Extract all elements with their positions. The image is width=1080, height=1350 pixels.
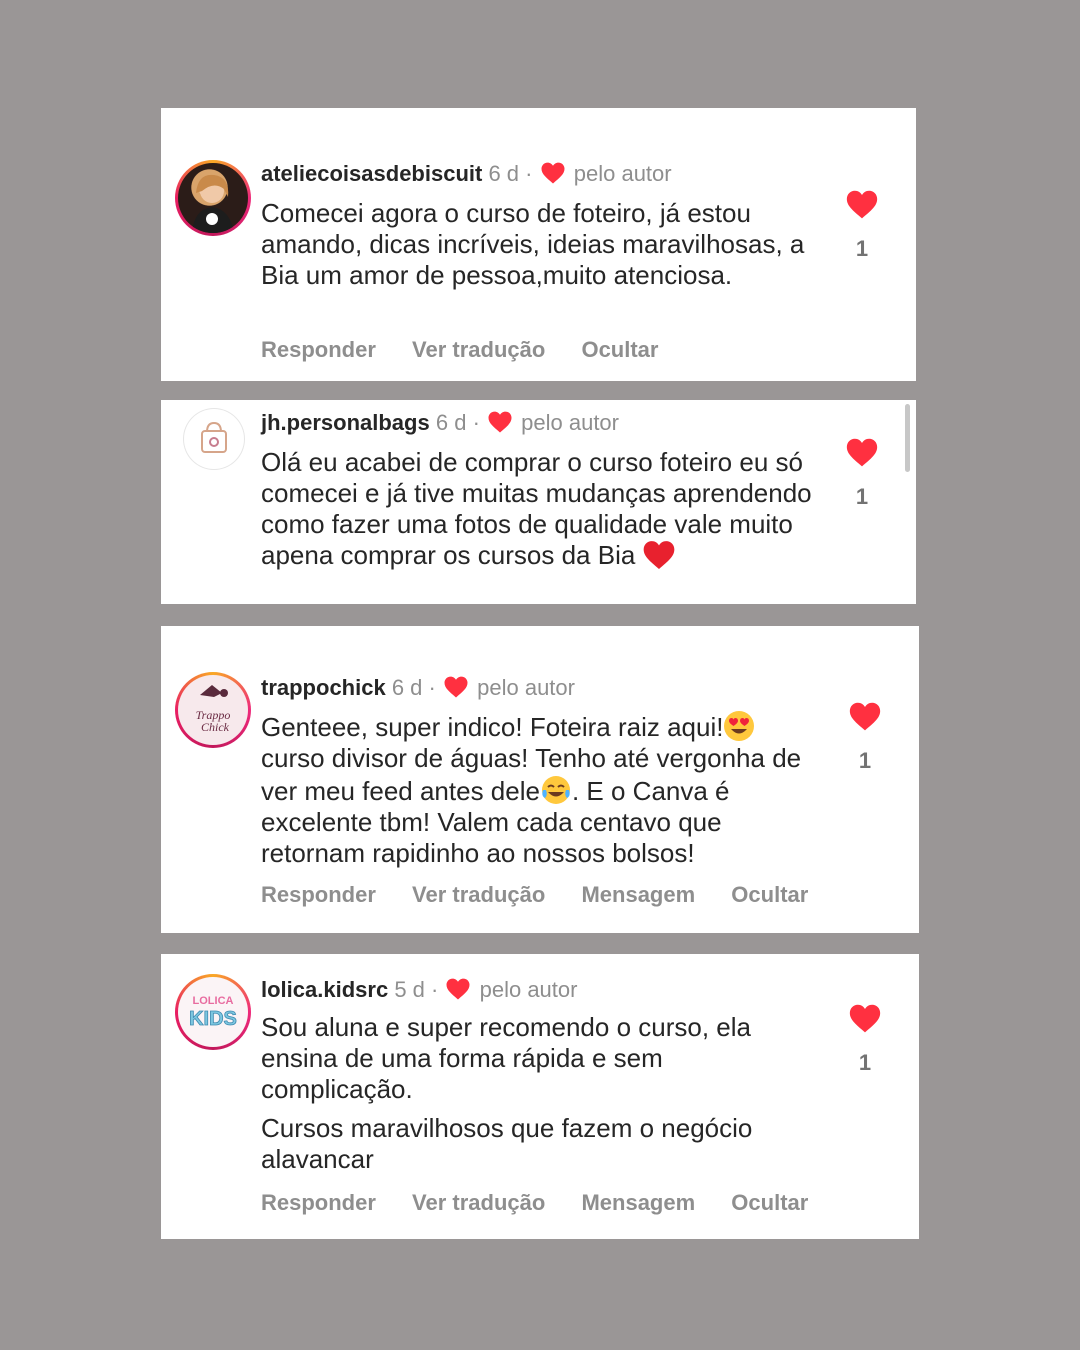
- like-count: 1: [855, 484, 869, 509]
- author-liked-heart-icon: [541, 162, 565, 184]
- avatar-logo-text-2: KIDS: [189, 1008, 237, 1030]
- comment-card: Trappo Chick trappochick 6 d · pelo auto…: [161, 626, 919, 933]
- like-heart-icon[interactable]: [849, 1004, 881, 1033]
- timestamp: 6 d: [391, 675, 423, 700]
- hide-button[interactable]: Ocultar: [581, 337, 658, 362]
- author-label: pelo autor: [521, 410, 619, 435]
- see-translation-button[interactable]: Ver tradução: [412, 1190, 545, 1215]
- comment-text: Olá eu acabei de comprar o curso foteiro…: [261, 447, 821, 571]
- hide-button[interactable]: Ocultar: [731, 882, 808, 907]
- comment-text-paragraph: Sou aluna e super recomendo o curso, ela…: [261, 1012, 751, 1104]
- trappo-chick-logo-icon: Trappo Chick: [196, 685, 230, 734]
- separator: ·: [431, 977, 439, 1002]
- scrollbar[interactable]: [905, 404, 910, 472]
- comment-actions: Responder Ver tradução Mensagem Ocultar: [261, 1190, 838, 1216]
- see-translation-button[interactable]: Ver tradução: [412, 882, 545, 907]
- timestamp: 5 d: [394, 977, 425, 1002]
- comment-text-content: Genteee, super indico! Foteira raiz aqui…: [261, 712, 724, 742]
- comment-text-paragraph: Comecei agora o curso de foteiro, já est…: [261, 198, 805, 290]
- comment-text-paragraph: Olá eu acabei de comprar o curso foteiro…: [261, 447, 821, 571]
- timestamp: 6 d: [435, 410, 467, 435]
- comment-actions: Responder Ver tradução Mensagem Ocultar: [261, 882, 838, 908]
- username[interactable]: jh.personalbags: [261, 410, 430, 435]
- like-control: 1: [848, 1004, 882, 1076]
- separator: ·: [472, 410, 480, 435]
- like-count: 1: [855, 236, 869, 261]
- avatar[interactable]: [175, 160, 251, 236]
- comment-text-paragraph: Genteee, super indico! Foteira raiz aqui…: [261, 710, 817, 869]
- shopping-bag-icon: [201, 421, 227, 453]
- comment-header: trappochick 6 d · pelo autor: [261, 675, 575, 701]
- separator: ·: [428, 675, 436, 700]
- author-liked-heart-icon: [446, 978, 470, 1000]
- comment-actions: Responder Ver tradução Ocultar: [261, 337, 688, 363]
- comment-card: LOLICA KIDS lolica.kidsrc 5 d · pelo aut…: [161, 954, 919, 1239]
- username[interactable]: ateliecoisasdebiscuit: [261, 161, 482, 186]
- timestamp: 6 d: [488, 161, 520, 186]
- comment-text-content: Olá eu acabei de comprar o curso foteiro…: [261, 447, 812, 570]
- like-count: 1: [858, 1050, 872, 1075]
- message-button[interactable]: Mensagem: [581, 882, 695, 907]
- comment-text: Comecei agora o curso de foteiro, já est…: [261, 198, 821, 291]
- comment-card: ateliecoisasdebiscuit 6 d · pelo autor C…: [161, 108, 916, 381]
- author-label: pelo autor: [479, 977, 578, 1002]
- comment-header: ateliecoisasdebiscuit 6 d · pelo autor: [261, 161, 672, 187]
- like-heart-icon[interactable]: [846, 438, 878, 467]
- hide-button[interactable]: Ocultar: [731, 1190, 808, 1215]
- like-control: 1: [845, 190, 879, 262]
- like-control: 1: [845, 438, 879, 510]
- comment-text: Sou aluna e super recomendo o curso, ela…: [261, 1012, 801, 1175]
- like-control: 1: [848, 702, 882, 774]
- like-heart-icon[interactable]: [846, 190, 878, 219]
- reply-button[interactable]: Responder: [261, 882, 376, 907]
- lolica-kids-logo-icon: LOLICA KIDS: [189, 995, 238, 1030]
- avatar[interactable]: LOLICA KIDS: [175, 974, 251, 1050]
- avatar-logo-text: LOLICA: [193, 995, 234, 1007]
- author-label: pelo autor: [573, 161, 672, 186]
- reply-button[interactable]: Responder: [261, 337, 376, 362]
- red-heart-emoji-icon: [643, 541, 674, 569]
- avatar[interactable]: Trappo Chick: [175, 672, 251, 748]
- avatar-logo-text-2: Chick: [201, 720, 230, 734]
- avatar[interactable]: [183, 408, 245, 470]
- author-liked-heart-icon: [488, 411, 512, 433]
- author-label: pelo autor: [477, 675, 575, 700]
- reply-button[interactable]: Responder: [261, 1190, 376, 1215]
- author-liked-heart-icon: [444, 676, 468, 698]
- like-count: 1: [858, 748, 872, 773]
- message-button[interactable]: Mensagem: [581, 1190, 695, 1215]
- username[interactable]: trappochick: [261, 675, 386, 700]
- heart-eyes-emoji-icon: [724, 711, 755, 741]
- comment-header: lolica.kidsrc 5 d · pelo autor: [261, 977, 577, 1003]
- tears-of-joy-emoji-icon: [541, 776, 570, 804]
- comment-card: jh.personalbags 6 d · pelo autor Olá eu …: [161, 400, 916, 604]
- comment-header: jh.personalbags 6 d · pelo autor: [261, 410, 619, 436]
- see-translation-button[interactable]: Ver tradução: [412, 337, 545, 362]
- comment-text: Genteee, super indico! Foteira raiz aqui…: [261, 710, 817, 869]
- separator: ·: [525, 161, 533, 186]
- comment-text-paragraph-2: Cursos maravilhosos que fazem o negócio …: [261, 1113, 753, 1174]
- like-heart-icon[interactable]: [849, 702, 881, 731]
- username[interactable]: lolica.kidsrc: [261, 977, 388, 1002]
